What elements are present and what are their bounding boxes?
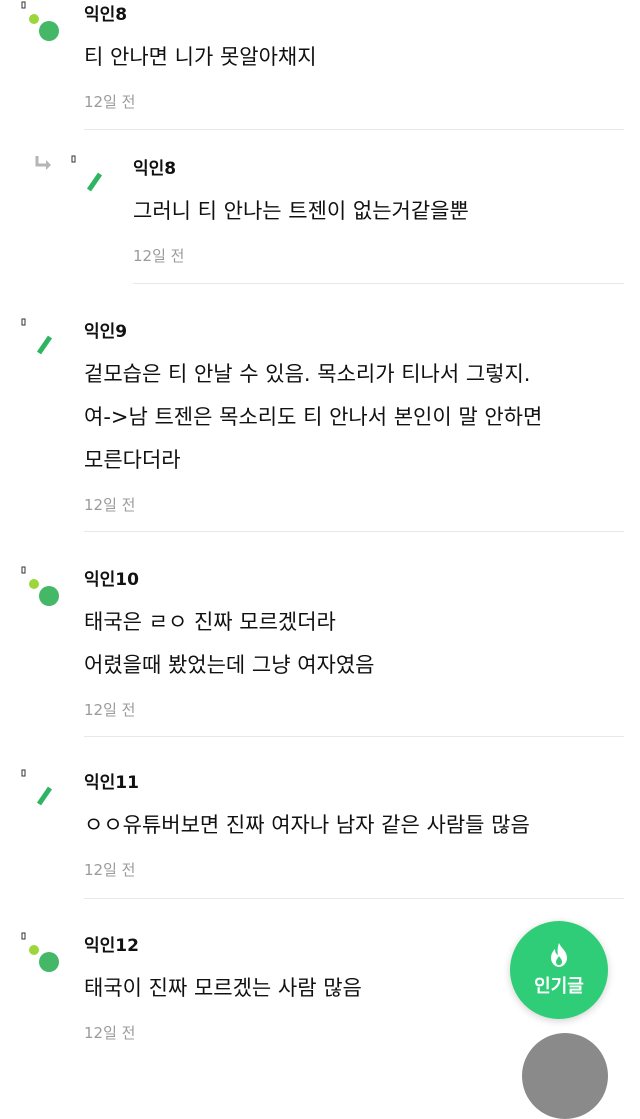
scroll-top-button[interactable]: [522, 1033, 608, 1119]
fab-label: 인기글: [534, 976, 584, 997]
comment-time: 12일 전: [84, 93, 136, 111]
reply-arrow-icon: [35, 156, 51, 170]
comment-text: 겉모습은 티 안날 수 있음. 목소리가 티나서 그렇지. 여->남 트젠은 목…: [84, 362, 543, 472]
slash-icon[interactable]: [20, 768, 64, 812]
slash-icon[interactable]: [70, 154, 114, 198]
dots-icon[interactable]: [20, 0, 64, 44]
comment-author[interactable]: 익인8: [133, 158, 624, 180]
comment-text: 티 안나면 니가 못알아채지: [84, 45, 317, 69]
flame-icon: [551, 943, 567, 967]
comment-author[interactable]: 익인8: [84, 4, 624, 26]
comment-text: 그러니 티 안나는 트젠이 없는거같을뿐: [133, 199, 469, 223]
dots-icon[interactable]: [20, 931, 64, 975]
divider: [133, 283, 624, 284]
popular-posts-button[interactable]: 인기글: [510, 921, 608, 1019]
comment-time: 12일 전: [84, 861, 136, 879]
comment-time: 12일 전: [133, 247, 185, 265]
comment-author[interactable]: 익인10: [84, 569, 624, 591]
divider: [84, 129, 624, 130]
slash-icon[interactable]: [20, 317, 64, 361]
dots-icon[interactable]: [20, 565, 64, 609]
divider: [84, 736, 624, 737]
comment-time: 12일 전: [84, 701, 136, 719]
divider: [84, 531, 624, 532]
comment-author[interactable]: 익인11: [84, 772, 624, 794]
comment-author[interactable]: 익인9: [84, 321, 624, 343]
comment-text: ㅇㅇ유튜버보면 진짜 여자나 남자 같은 사람들 많음: [84, 813, 530, 837]
comment-time: 12일 전: [84, 496, 136, 514]
divider: [84, 898, 624, 899]
comment-text: 태국은 ㄹㅇ 진짜 모르겠더라 어렸을때 봤었는데 그냥 여자였음: [84, 610, 375, 677]
